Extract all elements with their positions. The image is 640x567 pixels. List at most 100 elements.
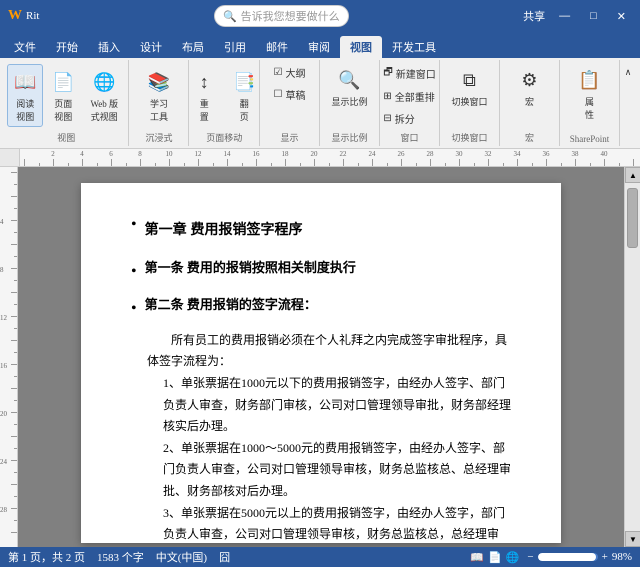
tab-references[interactable]: 引用	[214, 36, 256, 58]
macro-label: 宏	[525, 95, 534, 108]
item-3: 3、单张票据在5000元以上的费用报销签字，由经办人签字，部门负责人审查，公司对…	[163, 503, 511, 547]
show-group-label: 显示	[280, 129, 298, 144]
title-bar: W Rit 🔍 告诉我您想要做什么 共享 — □ ✕	[0, 0, 640, 32]
left-ruler: 481216202428	[0, 167, 18, 547]
input-mode: 囧	[219, 549, 230, 565]
switch-window-icon: ⧉	[455, 66, 483, 94]
new-window-icon: 🗗	[383, 65, 392, 82]
web-view-label: Web 版式视图	[88, 97, 120, 123]
scrollbar-track[interactable]	[625, 183, 640, 531]
chapter-1-bullet: • 第一章 费用报销签字程序	[131, 209, 511, 250]
status-right: 📖 📄 🌐 − + 98%	[470, 551, 632, 564]
reading-view-button[interactable]: 📖 阅读视图	[7, 64, 43, 127]
ruler: 246810121416182022242628303234363840	[0, 149, 640, 167]
tab-design[interactable]: 设计	[130, 36, 172, 58]
window-items: 🗗 新建窗口 ⊞ 全部重排 ⊟ 拆分	[378, 62, 440, 129]
switch-window-button[interactable]: ⧉ 切换窗口	[446, 62, 492, 112]
share-label[interactable]: 共享	[523, 8, 545, 24]
tab-view[interactable]: 视图	[340, 36, 382, 58]
chapter-1-title: 第一章 费用报销签字程序	[145, 217, 303, 242]
print-layout-icon[interactable]: 📄	[488, 551, 502, 564]
learning-tools-label: 学习工具	[150, 97, 168, 123]
document-page[interactable]: • 第一章 费用报销签字程序 • 第一条 费用的报销按照相关制度执行 • 第二条…	[81, 183, 561, 543]
zoom-level: 98%	[612, 551, 632, 563]
macro-button[interactable]: ⚙ 宏	[511, 62, 549, 112]
search-bar[interactable]: 🔍 告诉我您想要做什么	[214, 5, 349, 27]
zoom-in-button[interactable]: +	[602, 551, 608, 563]
minimize-button[interactable]: —	[553, 8, 576, 24]
macro-group-label: 宏	[525, 129, 534, 144]
ribbon-collapse-button[interactable]: ∧	[620, 64, 636, 81]
page-flip-icon: 📑	[230, 68, 258, 96]
zoom-group-label: 显示比例	[331, 129, 367, 144]
switch-group-label: 切换窗口	[451, 129, 487, 144]
new-window-button[interactable]: 🗗 新建窗口	[378, 62, 440, 85]
draft-label: 草稿	[285, 87, 305, 102]
search-icon: 🔍	[223, 10, 237, 23]
page-info: 第 1 页，共 2 页	[8, 549, 85, 565]
outline-toggle[interactable]: ☑ 大纲	[269, 62, 311, 83]
ribbon-group-properties: 📋 属性 SharePoint	[560, 60, 620, 146]
tab-developer[interactable]: 开发工具	[382, 36, 446, 58]
outline-check: ☑	[274, 67, 283, 78]
vertical-scrollbar[interactable]: ▲ ▼	[624, 167, 640, 547]
zoom-button[interactable]: 🔍 显示比例	[326, 62, 372, 112]
article-1-title: 第一条 费用的报销按照相关制度执行	[145, 256, 356, 279]
immersive-buttons: 📚 学习工具	[140, 62, 178, 129]
ribbon-tabs: 文件 开始 插入 设计 布局 引用 邮件 审阅 视图 开发工具	[0, 32, 640, 58]
title-left: W Rit	[8, 8, 39, 24]
ribbon-group-show: ☑ 大纲 ☐ 草稿 显示	[260, 60, 320, 146]
learning-tools-button[interactable]: 📚 学习工具	[140, 64, 178, 127]
show-items: ☑ 大纲 ☐ 草稿	[269, 62, 311, 105]
reset-label: 重置	[200, 97, 209, 123]
item-2: 2、单张票据在1000～5000元的费用报销签字，由经办人签字、部门负责人审查，…	[163, 438, 511, 503]
web-layout-icon[interactable]: 🌐	[506, 551, 520, 564]
zoom-control[interactable]: − + 98%	[527, 551, 632, 563]
title-right: 共享 — □ ✕	[523, 8, 632, 25]
tab-home[interactable]: 开始	[46, 36, 88, 58]
tab-file[interactable]: 文件	[4, 36, 46, 58]
tab-layout[interactable]: 布局	[172, 36, 214, 58]
scroll-down-button[interactable]: ▼	[625, 531, 640, 547]
bullet-dot: •	[131, 211, 137, 240]
properties-button[interactable]: 📋 属性	[571, 62, 609, 125]
tab-insert[interactable]: 插入	[88, 36, 130, 58]
properties-label: 属性	[585, 95, 594, 121]
close-button[interactable]: ✕	[611, 8, 632, 25]
draft-check: ☐	[274, 89, 283, 100]
page-view-icon: 📄	[49, 68, 77, 96]
title-center: 🔍 告诉我您想要做什么	[214, 5, 349, 27]
ribbon-group-macro: ⚙ 宏 宏	[500, 60, 560, 146]
switch-window-label: 切换窗口	[451, 95, 487, 108]
outline-label: 大纲	[285, 65, 305, 80]
split-button[interactable]: ⊟ 拆分	[378, 108, 440, 129]
draft-toggle[interactable]: ☐ 草稿	[269, 84, 311, 105]
reading-view-label: 阅读视图	[16, 97, 34, 123]
tab-mailings[interactable]: 邮件	[256, 36, 298, 58]
item-1: 1、单张票据在1000元以下的费用报销签字，由经办人签字、部门负责人审查，财务部…	[163, 373, 511, 438]
doc-title: Rit	[26, 10, 39, 22]
window-group-label: 窗口	[400, 129, 418, 144]
properties-icon: 📋	[576, 66, 604, 94]
view-buttons: 📖 阅读视图 📄 页面视图 🌐 Web 版式视图	[7, 62, 125, 129]
maximize-button[interactable]: □	[584, 8, 603, 24]
scrollbar-thumb[interactable]	[627, 188, 638, 248]
ribbon-group-page-move: ↕ 重置 📑 翻页 页面移动	[189, 60, 260, 146]
scroll-up-button[interactable]: ▲	[625, 167, 640, 183]
split-icon: ⊟	[383, 113, 391, 124]
article-2-bullet: • 第二条 费用报销的签字流程：	[131, 293, 511, 324]
reset-button[interactable]: ↕ 重置	[185, 64, 223, 127]
split-label: 拆分	[395, 111, 415, 126]
page-view-label: 页面视图	[50, 97, 76, 123]
read-mode-icon[interactable]: 📖	[470, 551, 484, 564]
page-flip-label: 翻页	[240, 97, 249, 123]
zoom-out-button[interactable]: −	[527, 551, 533, 563]
arrange-all-button[interactable]: ⊞ 全部重排	[378, 86, 440, 107]
word-count: 1583 个字	[97, 549, 144, 565]
ribbon-group-zoom: 🔍 显示比例 显示比例	[320, 60, 380, 146]
page-flip-button[interactable]: 📑 翻页	[225, 64, 263, 127]
tab-review[interactable]: 审阅	[298, 36, 340, 58]
page-view-button[interactable]: 📄 页面视图	[45, 64, 81, 127]
document-scroll[interactable]: • 第一章 费用报销签字程序 • 第一条 费用的报销按照相关制度执行 • 第二条…	[18, 167, 624, 547]
web-view-button[interactable]: 🌐 Web 版式视图	[83, 64, 125, 127]
